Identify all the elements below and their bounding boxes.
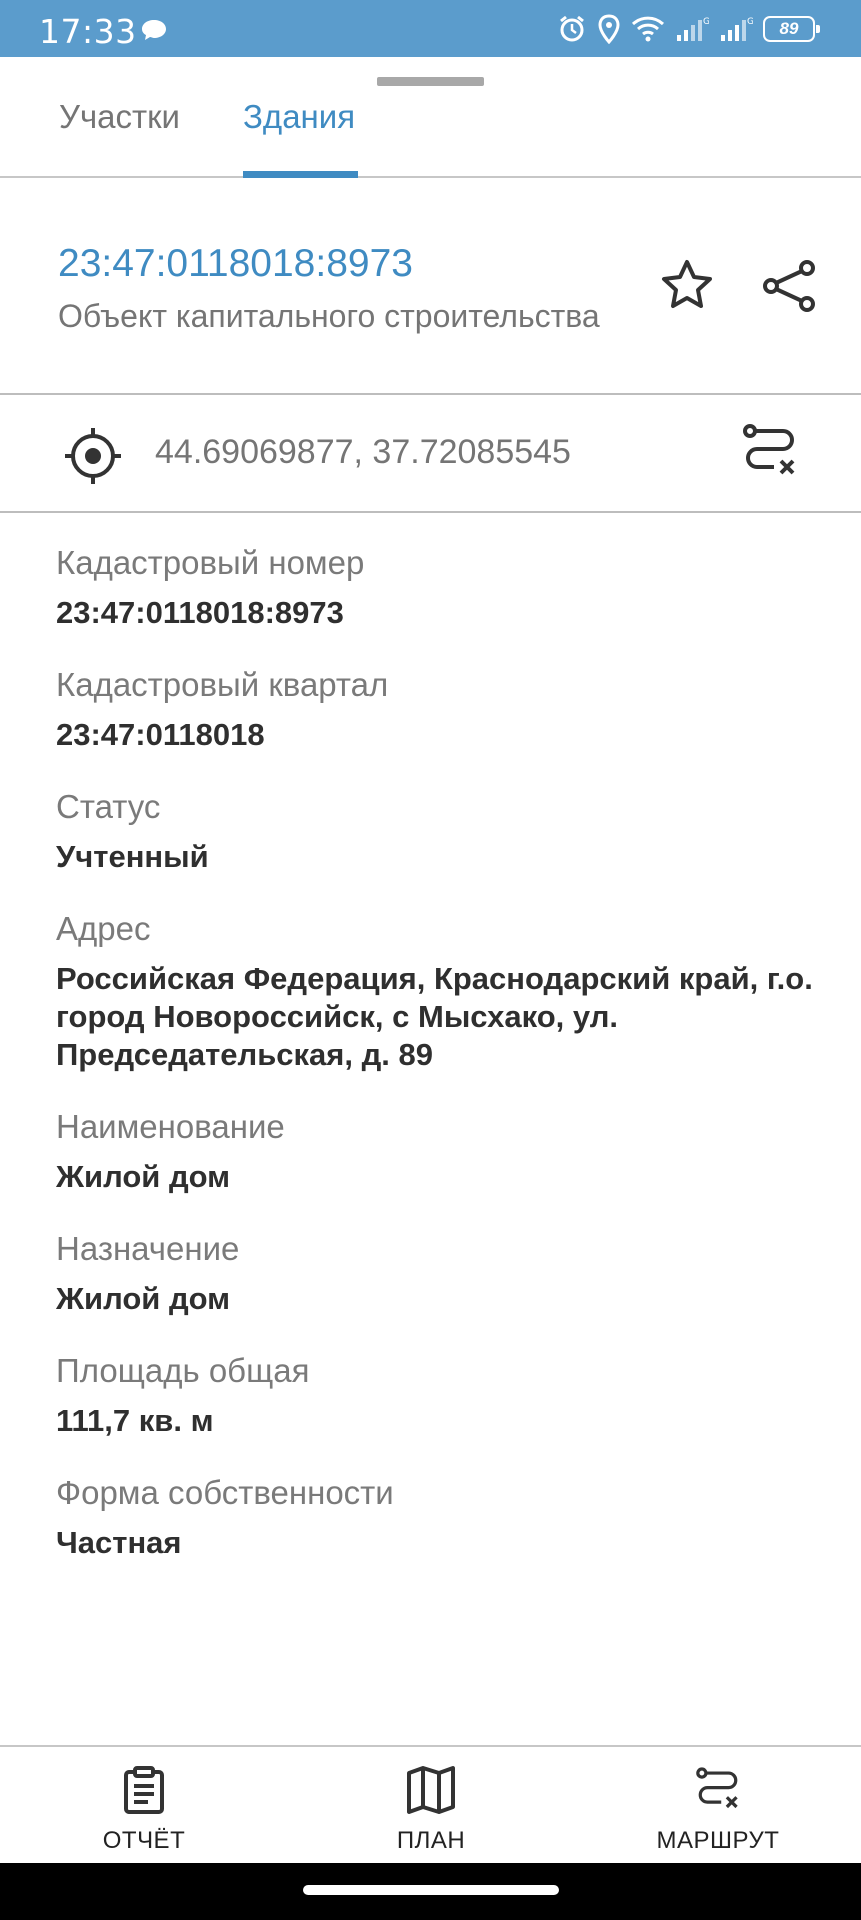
field-label: Назначение — [56, 1230, 240, 1267]
report-button[interactable]: ОТЧЁТ — [44, 1765, 244, 1855]
object-header: 23:47:0118018:8973 Объект капитального с… — [0, 178, 861, 395]
field-address: Адрес Российская Федерация, Краснодарски… — [56, 906, 816, 1074]
field-label: Кадастровый номер — [56, 544, 365, 581]
route-icon — [743, 424, 795, 475]
status-bar: 17:33 G G 89 — [0, 0, 861, 57]
star-icon — [662, 260, 712, 308]
field-status: Статус Учтенный — [56, 784, 816, 876]
field-label: Статус — [56, 788, 161, 825]
status-time: 17:33 — [39, 12, 137, 51]
coordinates-row: 44.69069877, 37.72085545 — [0, 395, 861, 513]
object-type-subtitle: Объект капитального строительства — [58, 298, 600, 334]
battery-icon: 89 — [763, 16, 820, 42]
field-value: Жилой дом — [56, 1281, 231, 1316]
field-value: 111,7 кв. м — [56, 1403, 214, 1438]
map-icon — [407, 1766, 455, 1814]
plan-label: ПЛАН — [396, 1827, 466, 1854]
sheet-drag-handle[interactable] — [377, 77, 484, 86]
favorite-button[interactable] — [655, 254, 719, 318]
svg-text:G: G — [747, 17, 753, 27]
home-gesture-bar[interactable] — [303, 1885, 559, 1895]
details-list: Кадастровый номер 23:47:0118018:8973 Кад… — [56, 540, 816, 1592]
signal-icon-2: G — [721, 17, 753, 41]
bottom-navigation: ОТЧЁТ ПЛАН МАРШРУТ — [0, 1745, 861, 1863]
field-ownership: Форма собственности Частная — [56, 1470, 816, 1562]
route-nav-button[interactable]: МАРШРУТ — [618, 1765, 818, 1855]
field-label: Площадь общая — [56, 1352, 310, 1389]
field-purpose: Назначение Жилой дом — [56, 1226, 816, 1318]
clipboard-icon — [124, 1766, 164, 1814]
field-label: Адрес — [56, 910, 151, 947]
tab-plots[interactable]: Участки — [59, 98, 180, 136]
share-button[interactable] — [757, 254, 821, 318]
wifi-icon — [631, 16, 665, 42]
field-label: Наименование — [56, 1108, 285, 1145]
tab-buildings[interactable]: Здания — [243, 98, 355, 136]
location-target-button[interactable] — [62, 425, 124, 492]
active-tab-indicator — [243, 171, 358, 178]
field-value: Частная — [56, 1525, 182, 1560]
field-cadastral-quarter: Кадастровый квартал 23:47:0118018 — [56, 662, 816, 754]
field-name: Наименование Жилой дом — [56, 1104, 816, 1196]
route-icon — [696, 1767, 738, 1809]
system-navigation-bar — [0, 1863, 861, 1920]
cadastral-number-title[interactable]: 23:47:0118018:8973 — [58, 242, 413, 286]
share-icon — [763, 260, 815, 312]
route-label: МАРШРУТ — [656, 1827, 780, 1854]
field-value: 23:47:0118018 — [56, 717, 265, 752]
alarm-icon — [560, 15, 584, 42]
field-value: Жилой дом — [56, 1159, 231, 1194]
field-area: Площадь общая 111,7 кв. м — [56, 1348, 816, 1440]
svg-text:G: G — [703, 17, 709, 27]
crosshair-icon — [65, 428, 121, 484]
field-label: Кадастровый квартал — [56, 666, 389, 703]
report-label: ОТЧЁТ — [102, 1827, 186, 1854]
tab-bar: Участки Здания — [0, 86, 861, 178]
chat-bubble-icon — [140, 18, 168, 47]
field-value: 23:47:0118018:8973 — [56, 595, 344, 630]
field-value: Российская Федерация, Краснодарский край… — [56, 961, 813, 1072]
plan-button[interactable]: ПЛАН — [331, 1765, 531, 1855]
route-button[interactable] — [738, 421, 802, 490]
location-icon — [598, 14, 620, 44]
signal-icon-1: G — [677, 17, 709, 41]
coordinates-text[interactable]: 44.69069877, 37.72085545 — [155, 433, 571, 472]
field-cadastral-number: Кадастровый номер 23:47:0118018:8973 — [56, 540, 816, 632]
field-label: Форма собственности — [56, 1474, 394, 1511]
status-icons: G G 89 — [557, 12, 820, 46]
field-value: Учтенный — [56, 839, 209, 874]
